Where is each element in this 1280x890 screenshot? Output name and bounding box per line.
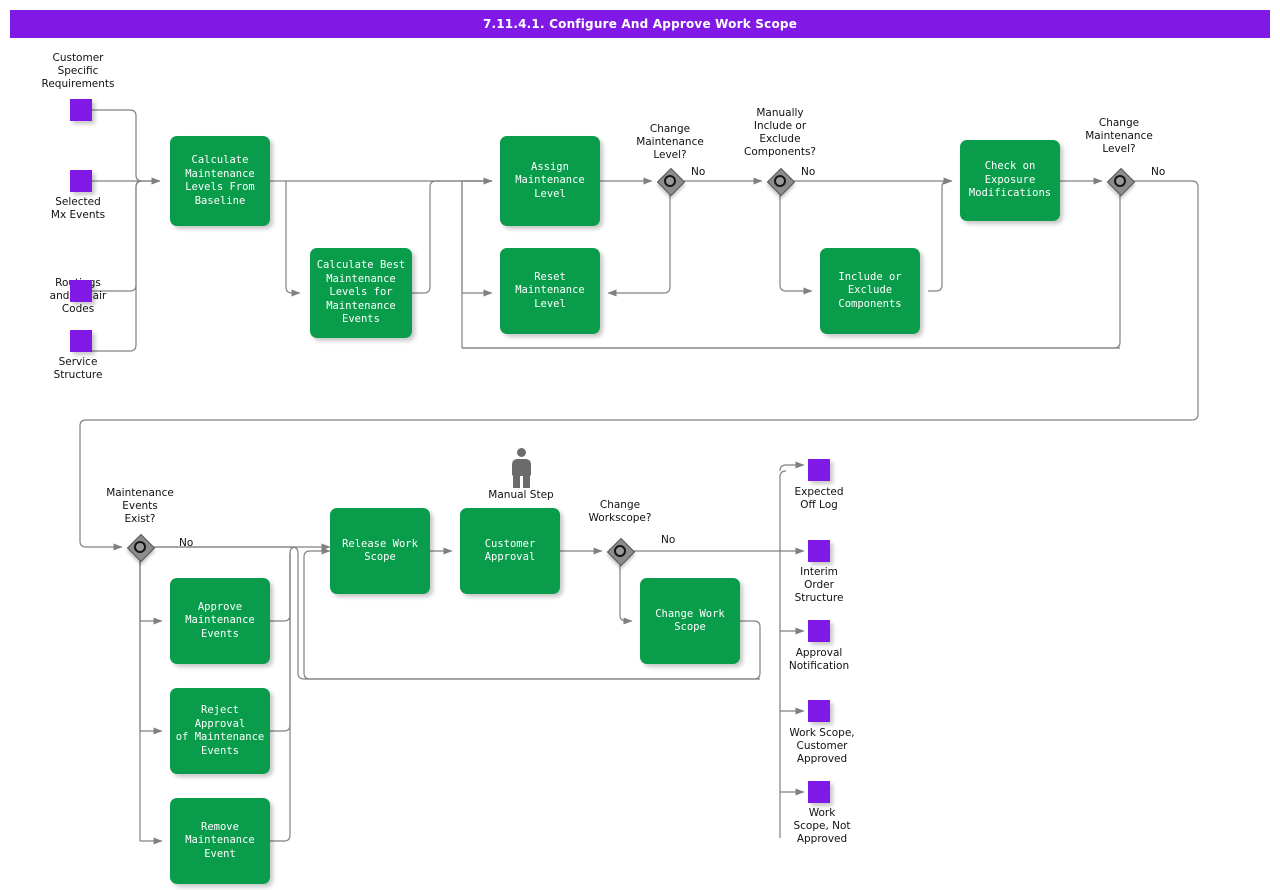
manual-step-person-icon — [508, 448, 534, 488]
edge-label-no-5: No — [661, 534, 675, 546]
gateway-label-manually-include-or-exclude-components: Manually Include or Exclude Components? — [720, 107, 840, 159]
gateway-change-workscope[interactable] — [607, 538, 633, 564]
process-label: Reset Maintenance Level — [515, 271, 585, 312]
process-check-on-exposure-modifications[interactable]: Check on Exposure Modifications — [960, 140, 1060, 221]
output-label-approval-notification: Approval Notification — [759, 647, 879, 673]
process-reset-maintenance-level[interactable]: Reset Maintenance Level — [500, 248, 600, 334]
gateway-change-maintenance-level-1[interactable] — [657, 168, 683, 194]
output-expected-off-log[interactable] — [808, 459, 830, 481]
process-label: Assign Maintenance Level — [515, 161, 585, 202]
input-label-customer-specific-requirements: Customer Specific Requirements — [18, 52, 138, 91]
input-label-selected-mx-events: Selected Mx Events — [18, 196, 138, 222]
process-label: Include or Exclude Components — [838, 271, 901, 312]
edge-label-no-3: No — [1151, 166, 1165, 178]
output-label-work-scope-customer-approved: Work Scope, Customer Approved — [762, 727, 882, 766]
process-approve-maintenance-events[interactable]: Approve Maintenance Events — [170, 578, 270, 664]
input-selected-mx-events[interactable] — [70, 170, 92, 192]
process-label: Remove Maintenance Event — [185, 821, 255, 862]
process-release-work-scope[interactable]: Release Work Scope — [330, 508, 430, 594]
diagram-title-bar: 7.11.4.1. Configure And Approve Work Sco… — [10, 10, 1270, 38]
output-label-work-scope-not-approved: Work Scope, Not Approved — [762, 807, 882, 846]
input-customer-specific-requirements[interactable] — [70, 99, 92, 121]
output-label-interim-order-structure: Interim Order Structure — [759, 566, 879, 605]
output-work-scope-not-approved[interactable] — [808, 781, 830, 803]
process-reject-approval-of-maintenance-events[interactable]: Reject Approval of Maintenance Events — [170, 688, 270, 774]
person-leg-left — [513, 474, 520, 488]
output-label-expected-off-log: Expected Off Log — [759, 486, 879, 512]
gateway-change-maintenance-level-2[interactable] — [1107, 168, 1133, 194]
edge-label-no-1: No — [691, 166, 705, 178]
output-interim-order-structure[interactable] — [808, 540, 830, 562]
page-title: 7.11.4.1. Configure And Approve Work Sco… — [483, 17, 797, 31]
process-change-work-scope[interactable]: Change Work Scope — [640, 578, 740, 664]
gateway-maintenance-events-exist[interactable] — [127, 534, 153, 560]
process-label: Customer Approval — [485, 538, 536, 565]
process-remove-maintenance-event[interactable]: Remove Maintenance Event — [170, 798, 270, 884]
process-assign-maintenance-level[interactable]: Assign Maintenance Level — [500, 136, 600, 226]
process-label: Approve Maintenance Events — [185, 601, 255, 642]
process-customer-approval[interactable]: Customer Approval — [460, 508, 560, 594]
process-label: Check on Exposure Modifications — [969, 160, 1051, 201]
person-leg-right — [523, 474, 530, 488]
process-calculate-best-maintenance-levels[interactable]: Calculate Best Maintenance Levels for Ma… — [310, 248, 412, 338]
person-head — [517, 448, 526, 457]
gateway-manually-include-or-exclude-components[interactable] — [767, 168, 793, 194]
gateway-label-change-maintenance-level-2: Change Maintenance Level? — [1059, 117, 1179, 156]
gateway-ring-icon — [774, 175, 786, 187]
gateway-ring-icon — [614, 545, 626, 557]
gateway-ring-icon — [1114, 175, 1126, 187]
input-routings-and-repair-codes[interactable] — [70, 280, 92, 302]
gateway-label-change-maintenance-level-1: Change Maintenance Level? — [610, 123, 730, 162]
process-include-or-exclude-components[interactable]: Include or Exclude Components — [820, 248, 920, 334]
edge-label-no-2: No — [801, 166, 815, 178]
edge-label-no-4: No — [179, 537, 193, 549]
process-label: Calculate Best Maintenance Levels for Ma… — [317, 259, 406, 327]
gateway-label-change-workscope: Change Workscope? — [560, 499, 680, 525]
process-label: Release Work Scope — [342, 538, 418, 565]
process-label: Calculate Maintenance Levels From Baseli… — [185, 154, 255, 208]
process-label: Reject Approval of Maintenance Events — [174, 704, 266, 758]
gateway-ring-icon — [134, 541, 146, 553]
gateway-label-maintenance-events-exist: Maintenance Events Exist? — [80, 487, 200, 526]
input-service-structure[interactable] — [70, 330, 92, 352]
output-work-scope-customer-approved[interactable] — [808, 700, 830, 722]
input-label-service-structure: Service Structure — [18, 356, 138, 382]
gateway-ring-icon — [664, 175, 676, 187]
process-label: Change Work Scope — [655, 608, 725, 635]
process-calculate-maintenance-levels-from-baseline[interactable]: Calculate Maintenance Levels From Baseli… — [170, 136, 270, 226]
output-approval-notification[interactable] — [808, 620, 830, 642]
flowchart-canvas: 7.11.4.1. Configure And Approve Work Sco… — [0, 0, 1280, 890]
